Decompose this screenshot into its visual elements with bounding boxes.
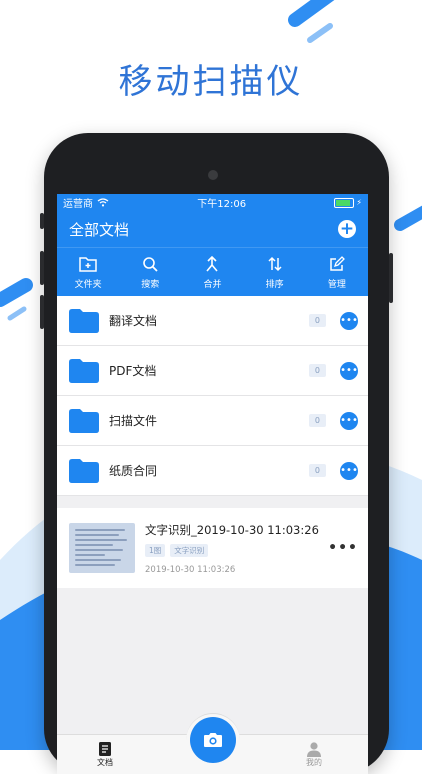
add-button[interactable]: +: [338, 220, 356, 238]
front-camera: [208, 170, 218, 180]
toolbar: 文件夹 搜索 合并 排序 管理: [57, 247, 368, 296]
ocr-tag: 文字识别: [170, 543, 209, 557]
toolbar-merge-button[interactable]: 合并: [187, 254, 237, 290]
tab-documents[interactable]: 文档: [97, 741, 113, 768]
toolbar-search-button[interactable]: 搜索: [125, 254, 175, 290]
app-screen: 运营商 下午12:06 ⚡ 全部文档 + 文件夹 搜索 合并 排序 管理 翻译文…: [57, 194, 368, 774]
folder-count-badge: 0: [308, 314, 326, 327]
scan-camera-button[interactable]: [190, 717, 236, 763]
folder-list: 翻译文档 0 ••• PDF文档 0 ••• 扫描文件 0 ••• 纸质合同 0…: [57, 296, 368, 496]
toolbar-sort-label: 排序: [265, 280, 284, 290]
toolbar-manage-label: 管理: [327, 280, 346, 290]
folder-name: 翻译文档: [109, 314, 158, 328]
merge-icon: [204, 254, 220, 274]
folder-icon: [69, 358, 99, 383]
promo-headline: 移动扫描仪: [118, 62, 304, 102]
folder-icon: [69, 308, 99, 333]
status-bar: 运营商 下午12:06 ⚡: [57, 194, 368, 211]
folder-name: 纸质合同: [109, 464, 158, 478]
document-date: 2019-10-30 11:03:26: [145, 564, 236, 575]
search-icon: [142, 254, 158, 274]
more-options-button[interactable]: •••: [340, 411, 358, 430]
status-time: 下午12:06: [197, 199, 247, 210]
camera-icon: [204, 733, 222, 747]
tab-mine-label: 我的: [306, 758, 322, 767]
carrier-label: 运营商: [63, 199, 93, 210]
folder-row[interactable]: PDF文档 0 •••: [57, 346, 368, 396]
folder-count-badge: 0: [308, 364, 326, 377]
battery-icon: ⚡: [334, 197, 362, 208]
folder-count-badge: 0: [308, 414, 326, 427]
document-item[interactable]: 文字识别_2019-10-30 11:03:26 1图 文字识别 2019-10…: [57, 508, 368, 588]
folder-icon: [69, 408, 99, 433]
folder-row[interactable]: 扫描文件 0 •••: [57, 396, 368, 446]
toolbar-folder-label: 文件夹: [74, 280, 102, 290]
toolbar-merge-label: 合并: [203, 280, 222, 290]
document-tab-icon: [99, 742, 111, 756]
toolbar-folder-button[interactable]: 文件夹: [63, 254, 113, 290]
sort-icon: [267, 254, 283, 274]
toolbar-sort-button[interactable]: 排序: [250, 254, 300, 290]
folder-name: 扫描文件: [109, 414, 158, 428]
edit-icon: [329, 254, 345, 274]
folder-row[interactable]: 翻译文档 0 •••: [57, 296, 368, 346]
tab-documents-label: 文档: [97, 758, 113, 767]
folder-count-badge: 0: [308, 464, 326, 477]
profile-icon: [307, 742, 321, 757]
page-title: 全部文档: [69, 220, 130, 239]
more-options-button[interactable]: •••: [340, 461, 358, 480]
folder-icon: [69, 458, 99, 483]
tab-mine[interactable]: 我的: [306, 741, 322, 768]
document-title: 文字识别_2019-10-30 11:03:26: [145, 522, 319, 537]
tab-bar: 文档 我的: [57, 713, 368, 774]
wifi-icon: [97, 198, 109, 207]
folder-row[interactable]: 纸质合同 0 •••: [57, 446, 368, 496]
more-options-button[interactable]: •••: [340, 361, 358, 380]
toolbar-search-label: 搜索: [141, 280, 160, 290]
more-options-button[interactable]: •••: [340, 311, 358, 330]
document-thumbnail: [69, 523, 135, 573]
document-more-button[interactable]: •••: [322, 540, 358, 556]
page-count-tag: 1图: [145, 543, 166, 557]
folder-name: PDF文档: [109, 364, 157, 378]
phone-frame: 运营商 下午12:06 ⚡ 全部文档 + 文件夹 搜索 合并 排序 管理 翻译文…: [40, 133, 393, 774]
nav-bar: 全部文档 +: [57, 211, 368, 247]
toolbar-manage-button[interactable]: 管理: [312, 254, 362, 290]
folder-add-icon: [79, 254, 97, 274]
